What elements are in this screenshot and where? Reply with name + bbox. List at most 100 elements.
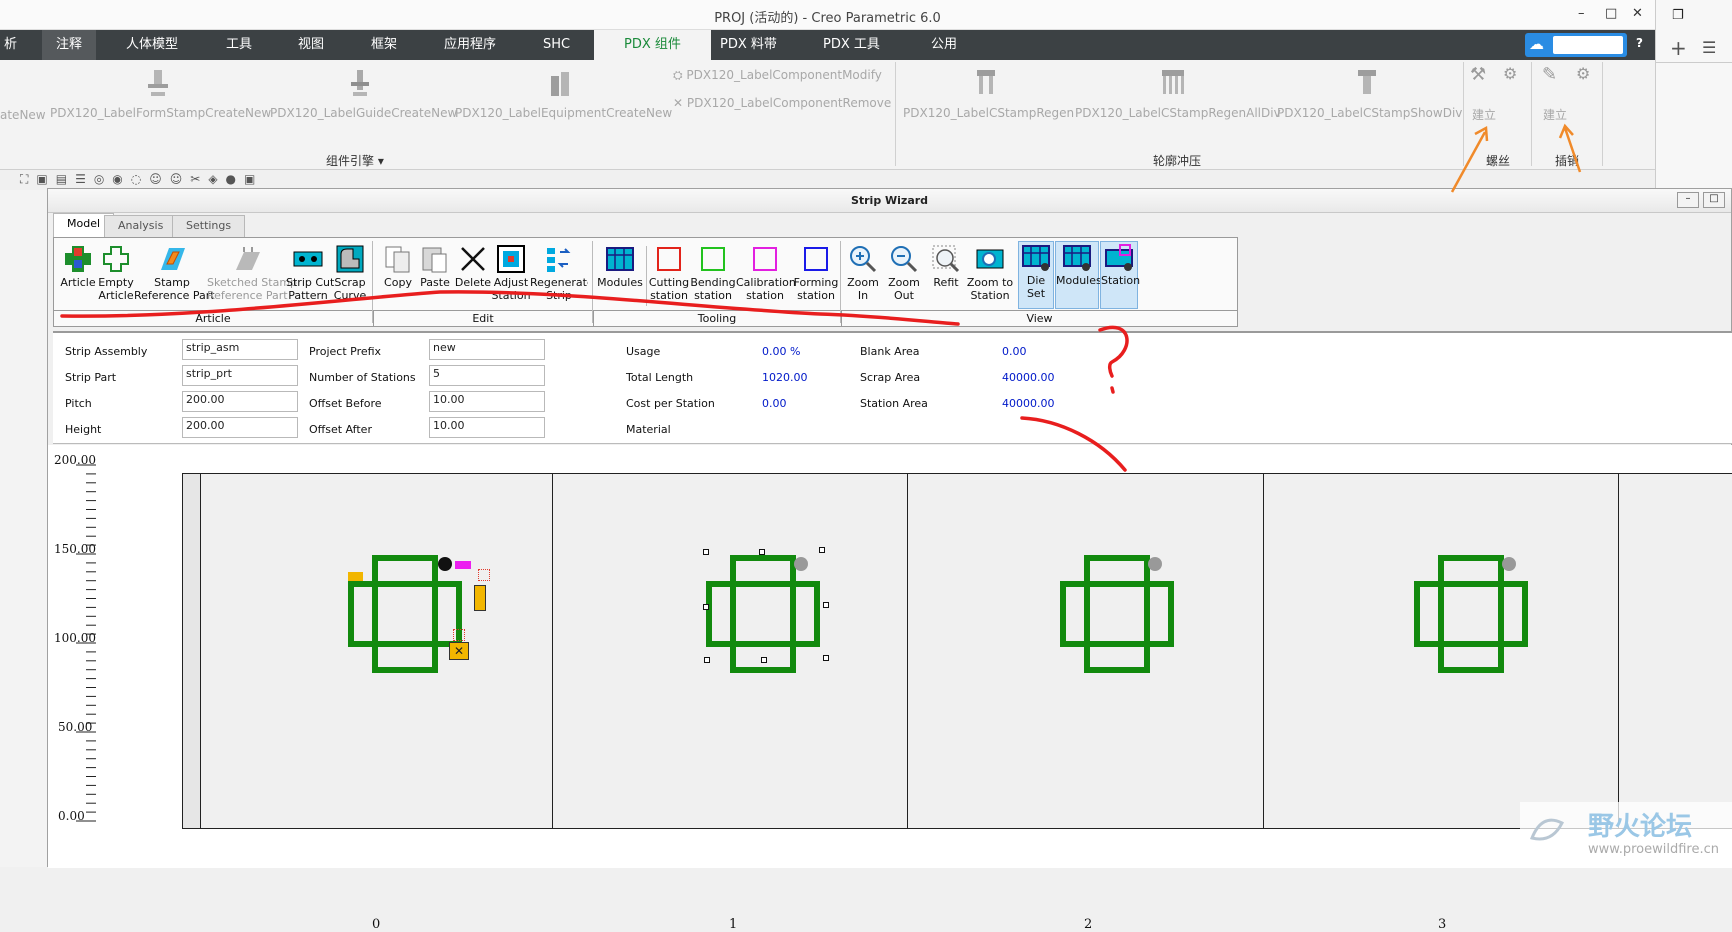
wizard-maximize-button[interactable]: □ xyxy=(1703,192,1725,208)
selection-handle[interactable] xyxy=(759,549,765,555)
strip-assembly-label: Strip Assembly xyxy=(65,345,148,358)
number-of-stations-input[interactable]: 5 xyxy=(429,365,545,386)
tab-tools[interactable]: 工具 xyxy=(216,30,262,60)
close-button[interactable]: ✕ xyxy=(1632,6,1643,21)
scrap-curve-button[interactable]: Scrap Curve xyxy=(330,244,370,302)
selection-handle[interactable] xyxy=(704,657,710,663)
tab-applications[interactable]: 应用程序 xyxy=(434,30,506,60)
zoom-to-station-button[interactable]: Zoom to Station xyxy=(966,244,1014,302)
stamp-tool-icon[interactable] xyxy=(474,585,486,611)
screw-tool-icon[interactable]: ⚙ xyxy=(1503,64,1517,83)
refit-button[interactable]: Refit xyxy=(926,244,966,289)
selection-handle[interactable] xyxy=(703,549,709,555)
stamp-x-icon[interactable]: ✕ xyxy=(449,642,469,660)
tab-pdx-tools[interactable]: PDX 工具 xyxy=(813,30,890,60)
adjust-station-button[interactable]: Adjust Station xyxy=(491,244,531,310)
pin-tool-icon[interactable]: ⚙ xyxy=(1576,64,1590,83)
ribbon-btn-cstamp-show[interactable]: PDX120_LabelCStampShowDiv xyxy=(1277,68,1462,120)
remove-icon: ✕ xyxy=(673,96,687,110)
group-component-engine[interactable]: 组件引擎 ▾ xyxy=(326,152,384,169)
article-shape[interactable] xyxy=(343,552,483,692)
menu-icon[interactable]: ☰ xyxy=(1702,38,1716,57)
selection-handle[interactable] xyxy=(761,657,767,663)
tab-analysis-partial[interactable]: 析 xyxy=(0,30,27,60)
selection-handle[interactable] xyxy=(703,604,709,610)
article-shape[interactable] xyxy=(1055,552,1195,692)
strip-wizard-dialog: Strip Wizard – □ Model Analysis Settings… xyxy=(47,188,1732,932)
cloud-search-field[interactable] xyxy=(1553,36,1623,54)
strip-part-input[interactable]: strip_prt xyxy=(182,365,298,386)
regenerate-strip-button[interactable]: Regenerate Strip xyxy=(530,244,588,310)
ribbon-btn-createnew-partial[interactable]: ateNew xyxy=(0,108,46,122)
wizard-title: Strip Wizard xyxy=(850,194,929,207)
minimize-button[interactable]: – xyxy=(1578,6,1585,21)
paste-button[interactable]: Paste xyxy=(416,244,454,289)
help-icon[interactable]: ? xyxy=(1636,36,1643,50)
ribbon-btn-component-modify[interactable]: ⛭ PDX120_LabelComponentModify xyxy=(673,68,882,83)
screw-create-button[interactable]: 建立 xyxy=(1472,106,1496,123)
selection-handle[interactable] xyxy=(823,655,829,661)
add-icon[interactable]: + xyxy=(1670,36,1687,60)
stamp-marker[interactable] xyxy=(478,569,490,581)
blank-area-value: 0.00 xyxy=(1002,345,1027,358)
article-shape[interactable] xyxy=(1409,552,1549,692)
modules-button[interactable]: Modules xyxy=(595,244,645,289)
die-set-toggle[interactable]: Die Set xyxy=(1018,241,1054,309)
pin-icon[interactable]: ✎ xyxy=(1542,64,1557,85)
tab-pdx-strip[interactable]: PDX 料带 xyxy=(710,30,787,60)
wizard-tab-analysis[interactable]: Analysis xyxy=(104,215,178,237)
restore-icon[interactable]: ❐ xyxy=(1672,8,1684,23)
empty-article-button[interactable]: Empty Article xyxy=(94,244,138,302)
stamp-marker[interactable] xyxy=(453,629,465,641)
ribbon-btn-cstamp-regen[interactable]: PDX120_LabelCStampRegen xyxy=(903,68,1074,120)
tab-pdx-component[interactable]: PDX 组件 xyxy=(594,30,711,60)
strip-assembly-input[interactable]: strip_asm xyxy=(182,339,298,360)
ribbon-btn-cstamp-regen-all[interactable]: PDX120_LabelCStampRegenAllDiv xyxy=(1075,68,1281,120)
zoom-out-button[interactable]: Zoom Out xyxy=(884,244,924,302)
ribbon-btn-equipment-create[interactable]: PDX120_LabelEquipmentCreateNew xyxy=(455,68,672,120)
pitch-input[interactable]: 200.00 xyxy=(182,391,298,412)
forming-station-button[interactable]: Forming station xyxy=(792,244,840,302)
selection-handle[interactable] xyxy=(823,602,829,608)
height-input[interactable]: 200.00 xyxy=(182,417,298,438)
calibration-station-button[interactable]: Calibration station xyxy=(736,244,796,302)
delete-icon xyxy=(461,247,485,271)
ribbon-btn-formstamp-create[interactable]: PDX120_LabelFormStampCreateNew xyxy=(50,68,271,120)
tab-framework[interactable]: 框架 xyxy=(361,30,407,60)
offset-before-input[interactable]: 10.00 xyxy=(429,391,545,412)
tab-view[interactable]: 视图 xyxy=(288,30,334,60)
strip-cut-pattern-button[interactable]: Strip Cut Pattern xyxy=(286,244,334,302)
cloud-widget[interactable]: ☁ xyxy=(1525,33,1627,57)
ribbon-btn-component-remove[interactable]: ✕ PDX120_LabelComponentRemove xyxy=(673,96,891,110)
sketched-stamp-reference-button[interactable]: Sketched Stamp Reference Part xyxy=(207,244,297,302)
tab-manikin[interactable]: 人体模型 xyxy=(116,30,188,60)
wizard-minimize-button[interactable]: – xyxy=(1677,192,1699,208)
modules-view-toggle[interactable]: Modules xyxy=(1055,241,1102,309)
stamp-reference-part-button[interactable]: Stamp Reference Part xyxy=(134,244,215,302)
pin-create-button[interactable]: 建立 xyxy=(1543,106,1567,123)
offset-after-input[interactable]: 10.00 xyxy=(429,417,545,438)
cutting-station-button[interactable]: Cutting station xyxy=(648,244,690,302)
screw-icon[interactable]: ⚒ xyxy=(1470,64,1486,85)
zoom-in-button[interactable]: Zoom In xyxy=(843,244,883,302)
toolbar-icons[interactable]: ⛶▣▤☰◎◉◌☺☺✂◈●▣ xyxy=(20,172,263,187)
guide-icon xyxy=(351,70,369,96)
bending-station-button[interactable]: Bending station xyxy=(690,244,736,302)
tab-annotate[interactable]: 注释 xyxy=(42,30,97,60)
delete-button[interactable]: Delete xyxy=(453,244,493,289)
selection-handle[interactable] xyxy=(819,547,825,553)
station-area-label: Station Area xyxy=(860,397,928,410)
ribbon-tab-bar: 析 注释 人体模型 工具 视图 框架 应用程序 SHC PDX 组件 PDX 料… xyxy=(0,30,1655,60)
copy-button[interactable]: Copy xyxy=(379,244,417,289)
ribbon-btn-guide-create[interactable]: PDX120_LabelGuideCreateNew xyxy=(270,68,457,120)
strip-layout-canvas[interactable]: 200.00 150.00 100.00 50.00 0.00 ✕ 0 1 2 … xyxy=(48,445,1732,932)
maximize-button[interactable]: □ xyxy=(1605,6,1617,21)
project-prefix-input[interactable]: new xyxy=(429,339,545,360)
tab-shc[interactable]: SHC xyxy=(533,30,580,60)
zoom-in-icon xyxy=(850,246,877,273)
tab-common[interactable]: 公用 xyxy=(921,30,967,60)
cloud-icon: ☁ xyxy=(1529,35,1544,53)
station-view-toggle[interactable]: Station xyxy=(1100,241,1140,309)
article-shape-selected[interactable] xyxy=(701,552,841,692)
wizard-tab-settings[interactable]: Settings xyxy=(172,215,246,237)
